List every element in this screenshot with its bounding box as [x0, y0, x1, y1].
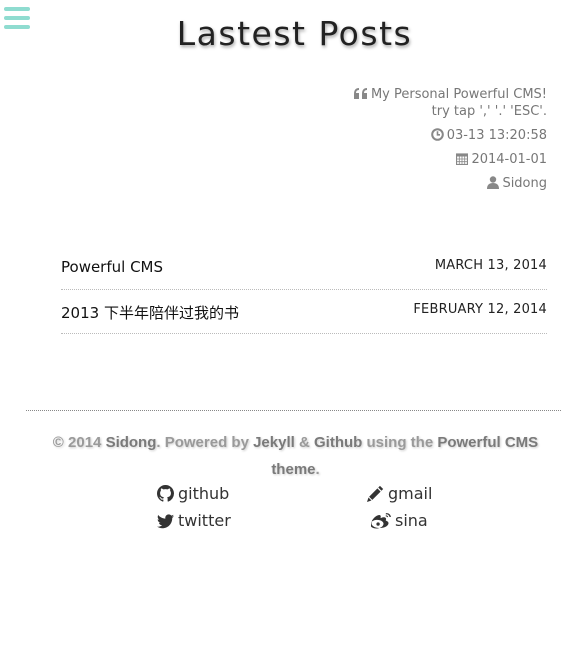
site-date: 2014-01-01	[471, 152, 547, 167]
clock-time: 03-13 13:20:58	[446, 128, 547, 143]
list-item: Powerful CMS MARCH 13, 2014	[61, 246, 547, 290]
footer-credits: © 2014 Sidong. Powered by Jekyll & Githu…	[52, 434, 539, 478]
twitter-icon	[157, 514, 174, 533]
weibo-icon	[370, 512, 391, 533]
quote-icon	[353, 86, 368, 103]
post-title-link[interactable]: 2013 下半年陪伴过我的书	[61, 302, 239, 323]
github-icon	[157, 485, 174, 506]
page-title: Lastest Posts	[176, 14, 413, 53]
twitter-social-link[interactable]: twitter	[157, 511, 231, 533]
author-name: Sidong	[502, 176, 547, 191]
sina-social-link[interactable]: sina	[370, 511, 428, 533]
post-date: FEBRUARY 12, 2014	[413, 302, 547, 317]
pencil-icon	[367, 485, 384, 506]
tagline: My Personal Powerful CMS!	[370, 87, 547, 102]
github-link[interactable]: Github	[314, 434, 362, 451]
calendar-icon	[456, 151, 469, 168]
user-icon	[487, 175, 500, 192]
site-meta: My Personal Powerful CMS! try tap ',' '.…	[353, 86, 547, 192]
footer-divider	[26, 410, 561, 411]
post-date: MARCH 13, 2014	[434, 258, 547, 273]
post-list: Powerful CMS MARCH 13, 2014 2013 下半年陪伴过我…	[61, 246, 547, 334]
owner-link[interactable]: Sidong	[106, 434, 157, 451]
clock-icon	[430, 127, 444, 144]
list-item: 2013 下半年陪伴过我的书 FEBRUARY 12, 2014	[61, 290, 547, 334]
gmail-social-link[interactable]: gmail	[367, 484, 432, 506]
github-social-link[interactable]: github	[157, 484, 229, 506]
hint-text: try tap ',' '.' 'ESC'.	[431, 104, 547, 119]
post-title-link[interactable]: Powerful CMS	[61, 258, 163, 276]
jekyll-link[interactable]: Jekyll	[253, 434, 295, 451]
page: Lastest Posts My Personal Powerful CMS! …	[0, 0, 581, 645]
